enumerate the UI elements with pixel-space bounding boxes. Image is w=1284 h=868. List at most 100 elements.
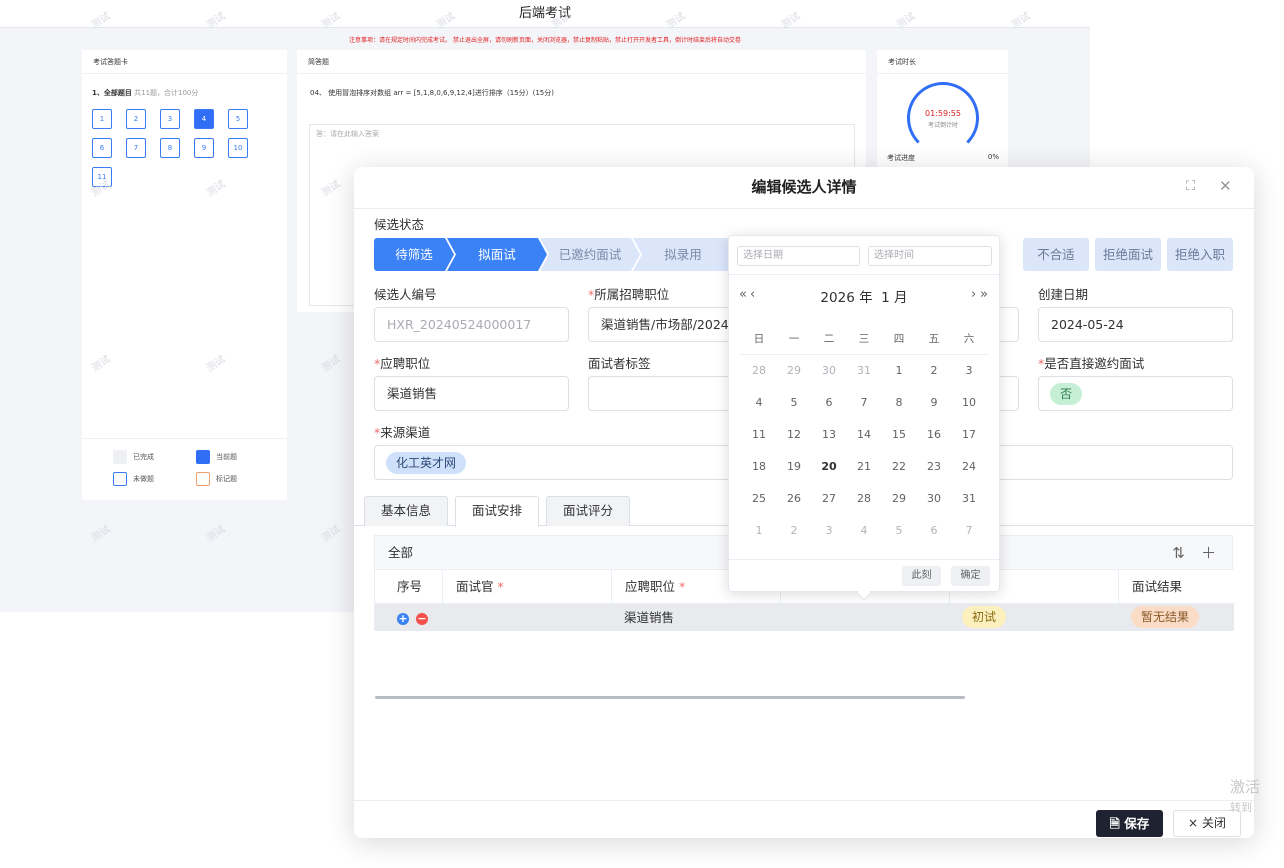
timer-title: 考试时长 — [877, 50, 1008, 74]
candidate-no-field[interactable]: HXR_20240524000017 — [374, 307, 569, 342]
calendar-day[interactable]: 5 — [782, 396, 806, 409]
step-pending-screen[interactable]: 待筛选 — [374, 238, 454, 271]
progress-row: 考试进度 0% — [887, 153, 999, 162]
picker-month[interactable]: 1 月 — [881, 290, 907, 306]
calendar-day[interactable]: 7 — [852, 396, 876, 409]
calendar-day[interactable]: 2 — [922, 364, 946, 377]
calendar-day[interactable]: 16 — [922, 428, 946, 441]
calendar-day[interactable]: 2 — [782, 524, 806, 537]
question-button[interactable]: 10 — [228, 138, 248, 158]
calendar-day[interactable]: 28 — [747, 364, 771, 377]
calendar-day[interactable]: 9 — [922, 396, 946, 409]
question-button[interactable]: 9 — [194, 138, 214, 158]
watermark-text: 测试 — [204, 523, 228, 545]
calendar-day[interactable]: 14 — [852, 428, 876, 441]
calendar-day[interactable]: 20 — [817, 460, 841, 473]
date-picker-popover: 选择日期 选择时间 « ‹ 2026 年 1 月 › » 日一二三四五六 28 2… — [728, 235, 1000, 601]
calendar-day[interactable]: 30 — [817, 364, 841, 377]
tab-basic-info[interactable]: 基本信息 — [364, 496, 449, 526]
calendar-day[interactable]: 5 — [887, 524, 911, 537]
add-row-icon[interactable]: + — [397, 613, 409, 625]
picker-date-input[interactable]: 选择日期 — [737, 246, 860, 266]
add-icon[interactable]: ＋ — [1201, 536, 1216, 570]
calendar-day[interactable]: 30 — [922, 492, 946, 505]
filter-all-label[interactable]: 全部 — [388, 545, 413, 560]
created-date-label: 创建日期 — [1038, 287, 1089, 302]
apply-position-field[interactable]: 渠道销售 — [374, 376, 569, 411]
calendar-day[interactable]: 19 — [782, 460, 806, 473]
next-month-icon[interactable]: › — [971, 287, 976, 302]
calendar-day[interactable]: 29 — [782, 364, 806, 377]
remove-row-icon[interactable]: − — [415, 613, 428, 625]
tab-interview-schedule[interactable]: 面试安排 — [455, 496, 540, 527]
reject-onboard-button[interactable]: 拒绝入职 — [1167, 238, 1233, 271]
calendar-day[interactable]: 11 — [747, 428, 771, 441]
question-button[interactable]: 7 — [126, 138, 146, 158]
next-year-icon[interactable]: » — [980, 287, 988, 302]
horizontal-scrollbar[interactable] — [375, 696, 965, 699]
picker-now-button[interactable]: 此刻 — [902, 566, 941, 586]
calendar-day[interactable]: 7 — [957, 524, 981, 537]
direct-invite-label: *是否直接邀约面试 — [1038, 356, 1145, 371]
calendar-day[interactable]: 28 — [852, 492, 876, 505]
source-channel-tag: 化工英才网 — [386, 452, 467, 474]
legend-current: 当前题 — [196, 450, 237, 464]
calendar-day[interactable]: 12 — [782, 428, 806, 441]
question-button[interactable]: 3 — [160, 109, 180, 129]
weekday-header: 四 — [893, 333, 905, 345]
job-label: *所属招聘职位 — [588, 287, 670, 302]
calendar-day[interactable]: 17 — [957, 428, 981, 441]
col-index: 序号 — [397, 579, 423, 594]
question-button[interactable]: 6 — [92, 138, 112, 158]
table-row[interactable]: + − 渠道销售 初试 暂无结果 — [375, 604, 1234, 699]
calendar-day[interactable]: 31 — [852, 364, 876, 377]
calendar-day[interactable]: 13 — [817, 428, 841, 441]
calendar-day[interactable]: 26 — [782, 492, 806, 505]
calendar-day[interactable]: 22 — [887, 460, 911, 473]
calendar-day[interactable]: 4 — [747, 396, 771, 409]
calendar-day[interactable]: 29 — [887, 492, 911, 505]
unsuitable-button[interactable]: 不合适 — [1023, 238, 1089, 271]
direct-invite-field[interactable]: 否 — [1038, 376, 1233, 411]
reject-interview-button[interactable]: 拒绝面试 — [1095, 238, 1161, 271]
calendar-day[interactable]: 1 — [747, 524, 771, 537]
calendar-day[interactable]: 6 — [817, 396, 841, 409]
interviewer-tag-field[interactable] — [588, 376, 738, 411]
row-result: 暂无结果 — [1131, 606, 1200, 633]
created-date-field[interactable]: 2024-05-24 — [1038, 307, 1233, 342]
picker-year[interactable]: 2026 年 — [820, 290, 872, 306]
apply-position-label: *应聘职位 — [374, 356, 431, 371]
question-button[interactable]: 4 — [194, 109, 214, 129]
calendar-day[interactable]: 1 — [887, 364, 911, 377]
picker-confirm-button[interactable]: 确定 — [951, 566, 990, 586]
question-button[interactable]: 2 — [126, 109, 146, 129]
calendar-day[interactable]: 15 — [887, 428, 911, 441]
calendar-day[interactable]: 3 — [957, 364, 981, 377]
calendar-day[interactable]: 24 — [957, 460, 981, 473]
calendar-day[interactable]: 31 — [957, 492, 981, 505]
calendar-day[interactable]: 3 — [817, 524, 841, 537]
close-icon[interactable]: ✕ — [1219, 177, 1232, 195]
calendar-day[interactable]: 23 — [922, 460, 946, 473]
tab-interview-score[interactable]: 面试评分 — [546, 496, 631, 526]
countdown-ring: 01:59:55 考试倒计时 — [907, 82, 979, 154]
calendar-day[interactable]: 4 — [852, 524, 876, 537]
fullscreen-icon[interactable]: ⛶ — [1186, 179, 1195, 194]
weekday-header: 五 — [928, 333, 940, 345]
calendar-day[interactable]: 8 — [887, 396, 911, 409]
question-button[interactable]: 1 — [92, 109, 112, 129]
picker-time-input[interactable]: 选择时间 — [868, 246, 992, 266]
calendar-day[interactable]: 10 — [957, 396, 981, 409]
calendar-day[interactable]: 18 — [747, 460, 771, 473]
step-to-hire[interactable]: 拟录用 — [633, 238, 733, 271]
save-button[interactable]: 🗎 保存 — [1096, 810, 1163, 837]
step-invited[interactable]: 已邀约面试 — [540, 238, 640, 271]
calendar-day[interactable]: 27 — [817, 492, 841, 505]
calendar-day[interactable]: 21 — [852, 460, 876, 473]
sort-icon[interactable]: ⇅ — [1172, 536, 1185, 570]
calendar-day[interactable]: 6 — [922, 524, 946, 537]
calendar-day[interactable]: 25 — [747, 492, 771, 505]
step-to-interview[interactable]: 拟面试 — [447, 238, 547, 271]
question-button[interactable]: 5 — [228, 109, 248, 129]
question-button[interactable]: 8 — [160, 138, 180, 158]
